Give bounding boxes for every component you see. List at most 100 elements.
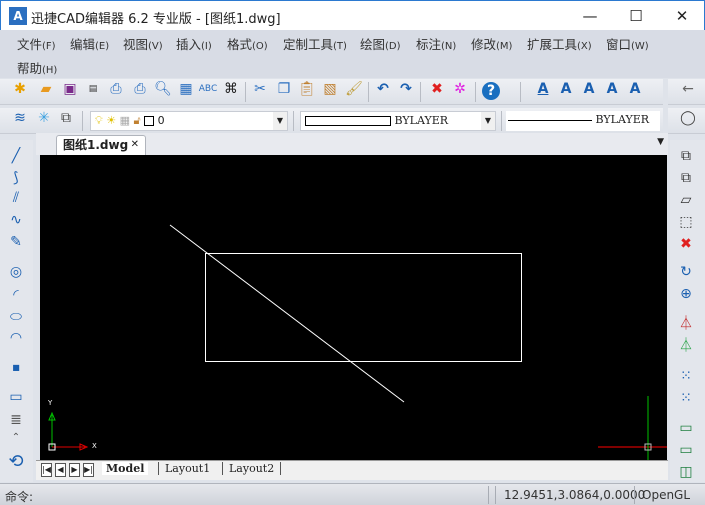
- menu-item-5[interactable]: 定制工具(T): [283, 34, 347, 53]
- menu-item-9[interactable]: 扩展工具(X): [527, 34, 592, 53]
- page-setup-icon[interactable]: ▦: [176, 79, 196, 99]
- acis-export-icon[interactable]: ▤: [83, 79, 103, 99]
- print-icon[interactable]: ⎙: [130, 79, 150, 99]
- scale-icon[interactable]: ⏃: [676, 336, 696, 356]
- rectangle-icon[interactable]: ▭: [6, 387, 26, 407]
- menu-item-3[interactable]: 插入(I): [176, 34, 212, 53]
- tab-close-icon[interactable]: ✕: [131, 136, 139, 154]
- command-prompt[interactable]: 命令:: [5, 488, 33, 505]
- paste-special-icon[interactable]: ▧: [320, 79, 340, 99]
- zoom-preview-icon[interactable]: 🔍︎: [153, 79, 173, 99]
- menu-item-10[interactable]: 窗口(W): [606, 34, 649, 53]
- expand-icon[interactable]: ⌃: [6, 428, 26, 448]
- last-tab-button[interactable]: ▶|: [83, 463, 94, 477]
- move-icon[interactable]: ⊕: [676, 284, 696, 304]
- text-icon[interactable]: A: [533, 79, 553, 99]
- toolbar-right-stub: ←: [668, 79, 705, 105]
- menu-item-4[interactable]: 格式(O): [227, 34, 268, 53]
- match-properties-icon[interactable]: 🖌︎: [344, 79, 364, 99]
- redo-icon[interactable]: ↷: [396, 79, 416, 99]
- menu-label: 插入: [176, 37, 202, 52]
- find-icon[interactable]: ⌘: [221, 79, 241, 99]
- menu-item-0[interactable]: 文件(F): [17, 34, 56, 53]
- spline-icon[interactable]: ∿: [6, 210, 26, 230]
- tab-label: 图纸1.dwg: [63, 138, 129, 152]
- tab-drawing1[interactable]: 图纸1.dwg ✕: [56, 135, 146, 155]
- spell-check-icon[interactable]: ABC: [198, 79, 218, 99]
- point-icon[interactable]: ■: [6, 358, 26, 378]
- mtext-icon[interactable]: A: [556, 79, 576, 99]
- prev-tab-button[interactable]: ◀: [55, 463, 66, 477]
- break-icon[interactable]: ▭: [676, 440, 696, 460]
- mirror-copy-icon[interactable]: ⧉: [676, 168, 696, 188]
- join-icon[interactable]: ◫: [676, 462, 696, 482]
- arrow-icon[interactable]: ←: [678, 79, 698, 99]
- circle-draw-icon[interactable]: ◎: [6, 262, 26, 282]
- tab-list-dropdown-icon[interactable]: ▼: [657, 137, 664, 147]
- chevron-down-icon[interactable]: ▼: [273, 112, 287, 130]
- text-style-icon[interactable]: A: [602, 79, 622, 99]
- copy-icon[interactable]: ❐: [274, 79, 294, 99]
- chevron-down-icon[interactable]: ▼: [481, 112, 495, 130]
- polyline-icon[interactable]: ⟆: [6, 168, 26, 188]
- cut-icon[interactable]: ✂: [250, 79, 270, 99]
- layer-find-icon[interactable]: ⧉: [56, 108, 76, 128]
- purge-icon[interactable]: ✲: [450, 79, 470, 99]
- maximize-button[interactable]: ☐: [613, 1, 659, 31]
- first-tab-button[interactable]: |◀: [41, 463, 52, 477]
- linetype-select[interactable]: BYLAYER ▼: [300, 111, 496, 131]
- layer-freeze-icon[interactable]: ✳: [34, 108, 54, 128]
- find-text-icon[interactable]: A: [625, 79, 645, 99]
- erase-icon[interactable]: ✖: [676, 234, 696, 254]
- delete-icon[interactable]: ✖: [427, 79, 447, 99]
- arc-icon[interactable]: ◜: [6, 285, 26, 305]
- undo-icon[interactable]: ↶: [373, 79, 393, 99]
- menu-item-6[interactable]: 绘图(D): [360, 34, 401, 53]
- close-button[interactable]: ✕: [659, 1, 705, 31]
- layer-color-swatch: [144, 116, 155, 126]
- layer-select[interactable]: 💡︎ ☀ ▦ 🔓︎ 0 ▼: [90, 111, 288, 131]
- array-icon[interactable]: ⬚: [676, 212, 696, 232]
- ellipse-arc-icon[interactable]: ◠: [6, 328, 26, 348]
- open-file-icon[interactable]: ▰: [36, 79, 56, 99]
- hatch-icon[interactable]: ≣: [6, 410, 26, 430]
- lineweight-select[interactable]: BYLAYER: [506, 111, 660, 131]
- layer-manager-icon[interactable]: ≋: [10, 108, 30, 128]
- menu-item-2[interactable]: 视图(V): [123, 34, 163, 53]
- minimize-button[interactable]: —: [567, 1, 613, 31]
- extend-icon[interactable]: ▭: [676, 418, 696, 438]
- trim-icon[interactable]: ⁙: [676, 388, 696, 408]
- print-preview-icon[interactable]: ⎙: [106, 79, 126, 99]
- freehand-icon[interactable]: ✎: [6, 232, 26, 252]
- ellipse-icon[interactable]: ⬭: [6, 307, 26, 327]
- multiline-icon[interactable]: ⫽: [6, 188, 26, 208]
- layer-on-icon: 💡︎: [95, 114, 103, 127]
- mirror-icon[interactable]: ⏃: [676, 314, 696, 334]
- paste-icon[interactable]: 📋︎: [297, 79, 317, 99]
- menu-shortcut: (F): [42, 41, 56, 52]
- next-tab-button[interactable]: ▶: [69, 463, 80, 477]
- menu-item-8[interactable]: 修改(M): [471, 34, 512, 53]
- tab-layout1[interactable]: Layout1: [158, 462, 216, 475]
- edit-text-icon[interactable]: A: [579, 79, 599, 99]
- menu-item-7[interactable]: 标注(N): [416, 34, 456, 53]
- line-icon[interactable]: ╱: [6, 146, 26, 166]
- help-icon[interactable]: ?: [482, 82, 500, 100]
- offset-icon[interactable]: ▱: [676, 190, 696, 210]
- drawing-canvas[interactable]: Y X: [40, 155, 667, 460]
- lineweight-value: BYLAYER: [595, 113, 650, 126]
- menu-label: 绘图: [360, 37, 386, 52]
- new-file-icon[interactable]: ✱: [10, 79, 30, 99]
- tab-layout2[interactable]: Layout2: [222, 462, 282, 475]
- copy-object-icon[interactable]: ⧉: [676, 146, 696, 166]
- menu-item-11[interactable]: 帮助(H): [17, 58, 57, 77]
- circle-icon[interactable]: ◯: [678, 108, 698, 128]
- menu-shortcut: (T): [333, 41, 347, 52]
- stretch-icon[interactable]: ⁙: [676, 366, 696, 386]
- regen-icon[interactable]: ⟲: [6, 452, 26, 472]
- menu-item-1[interactable]: 编辑(E): [70, 34, 109, 53]
- save-icon[interactable]: ▣: [60, 79, 80, 99]
- tab-model[interactable]: Model: [102, 462, 149, 475]
- rotate-icon[interactable]: ↻: [676, 262, 696, 282]
- menu-label: 编辑: [70, 37, 96, 52]
